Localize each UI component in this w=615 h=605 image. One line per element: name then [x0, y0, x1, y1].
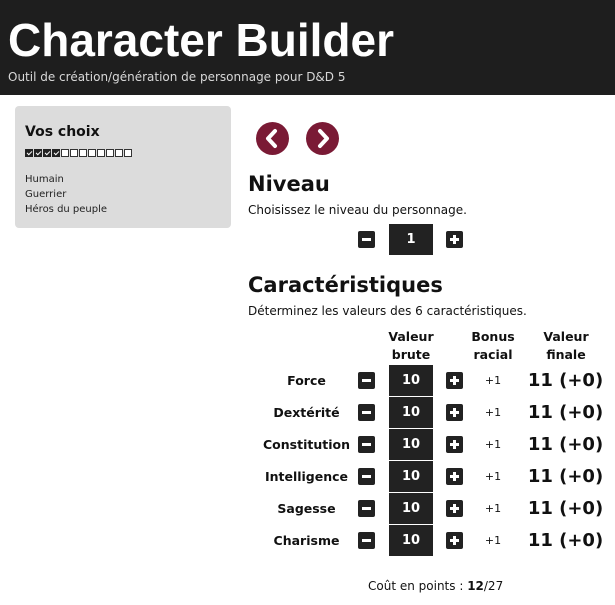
ability-decrement-button[interactable]: [358, 404, 375, 421]
ability-raw-input[interactable]: [389, 429, 433, 460]
ability-row: Dextérité +1 11 (+0): [240, 397, 615, 428]
ability-name: Constitution: [263, 437, 350, 452]
chevron-right-icon: [318, 129, 329, 148]
ability-decrement-button[interactable]: [358, 436, 375, 453]
app-subtitle: Outil de création/génération de personna…: [8, 70, 346, 84]
ability-decrement-button[interactable]: [358, 532, 375, 549]
choices-panel: Vos choix Humain Guerrier Héros du peuple: [15, 106, 231, 228]
app-title: Character Builder: [8, 14, 395, 66]
ability-increment-button[interactable]: [446, 500, 463, 517]
progress-checkbox: [124, 149, 132, 157]
ability-final-value: 11 (+0): [527, 498, 604, 519]
app-header: Character Builder Outil de création/géné…: [0, 0, 615, 95]
ability-increment-button[interactable]: [446, 532, 463, 549]
ability-increment-button[interactable]: [446, 436, 463, 453]
next-button[interactable]: [306, 122, 339, 155]
ability-decrement-button[interactable]: [358, 500, 375, 517]
ability-row: Constitution +1 11 (+0): [240, 429, 615, 460]
ability-raw-input[interactable]: [389, 493, 433, 524]
progress-checkbox: [52, 149, 60, 157]
ability-racial-bonus: +1: [484, 406, 502, 419]
ability-final-value: 11 (+0): [527, 434, 604, 455]
ability-final-value: 11 (+0): [527, 402, 604, 423]
ability-raw-input[interactable]: [389, 525, 433, 556]
ability-name: Sagesse: [277, 501, 336, 516]
ability-row: Force +1 11 (+0): [240, 365, 615, 396]
level-input[interactable]: [389, 224, 433, 255]
level-increment-button[interactable]: [446, 231, 463, 248]
ability-raw-input[interactable]: [389, 365, 433, 396]
progress-checkbox: [70, 149, 78, 157]
level-decrement-button[interactable]: [358, 231, 375, 248]
ability-racial-bonus: +1: [484, 502, 502, 515]
ability-racial-bonus: +1: [484, 438, 502, 451]
ability-racial-bonus: +1: [484, 534, 502, 547]
choice-item: Humain: [25, 174, 64, 185]
points-used: 12: [467, 579, 484, 593]
ability-decrement-button[interactable]: [358, 468, 375, 485]
point-cost: Coût en points : 12/27: [368, 579, 504, 593]
ability-decrement-button[interactable]: [358, 372, 375, 389]
ability-name: Charisme: [273, 533, 340, 548]
points-total: /27: [483, 579, 504, 593]
progress-checkbox: [88, 149, 96, 157]
progress-checkbox: [97, 149, 105, 157]
ability-name: Force: [287, 373, 326, 388]
progress-checkbox: [106, 149, 114, 157]
ability-increment-button[interactable]: [446, 468, 463, 485]
abilities-description: Déterminez les valeurs des 6 caractérist…: [248, 304, 527, 318]
final-value-header: Valeur finale: [543, 329, 589, 362]
progress-checkbox: [25, 149, 33, 157]
ability-racial-bonus: +1: [484, 470, 502, 483]
progress-checkbox: [115, 149, 123, 157]
choice-item: Guerrier: [25, 189, 67, 200]
progress-checkbox: [61, 149, 69, 157]
abilities-title: Caractéristiques: [248, 273, 443, 297]
ability-raw-input[interactable]: [389, 397, 433, 428]
chevron-left-icon: [266, 129, 277, 148]
ability-final-value: 11 (+0): [527, 466, 604, 487]
ability-row: Intelligence +1 11 (+0): [240, 461, 615, 492]
previous-button[interactable]: [256, 122, 289, 155]
ability-raw-input[interactable]: [389, 461, 433, 492]
progress-checkbox: [79, 149, 87, 157]
choices-list: Humain Guerrier Héros du peuple: [25, 172, 107, 217]
ability-row: Charisme +1 11 (+0): [240, 525, 615, 556]
ability-name: Intelligence: [264, 469, 349, 484]
ability-row: Sagesse +1 11 (+0): [240, 493, 615, 524]
choices-title: Vos choix: [25, 124, 100, 140]
level-description: Choisissez le niveau du personnage.: [248, 203, 467, 217]
ability-final-value: 11 (+0): [527, 530, 604, 551]
progress-checkbox: [34, 149, 42, 157]
ability-name: Dextérité: [273, 405, 340, 420]
racial-bonus-header: Bonus racial: [471, 329, 515, 362]
choice-item: Héros du peuple: [25, 204, 108, 215]
progress-checkbox: [43, 149, 51, 157]
ability-increment-button[interactable]: [446, 404, 463, 421]
raw-value-header: Valeur brute: [388, 329, 434, 362]
progress-checkboxes: [25, 149, 132, 157]
ability-racial-bonus: +1: [484, 374, 502, 387]
ability-final-value: 11 (+0): [527, 370, 604, 391]
level-title: Niveau: [248, 172, 330, 196]
ability-increment-button[interactable]: [446, 372, 463, 389]
